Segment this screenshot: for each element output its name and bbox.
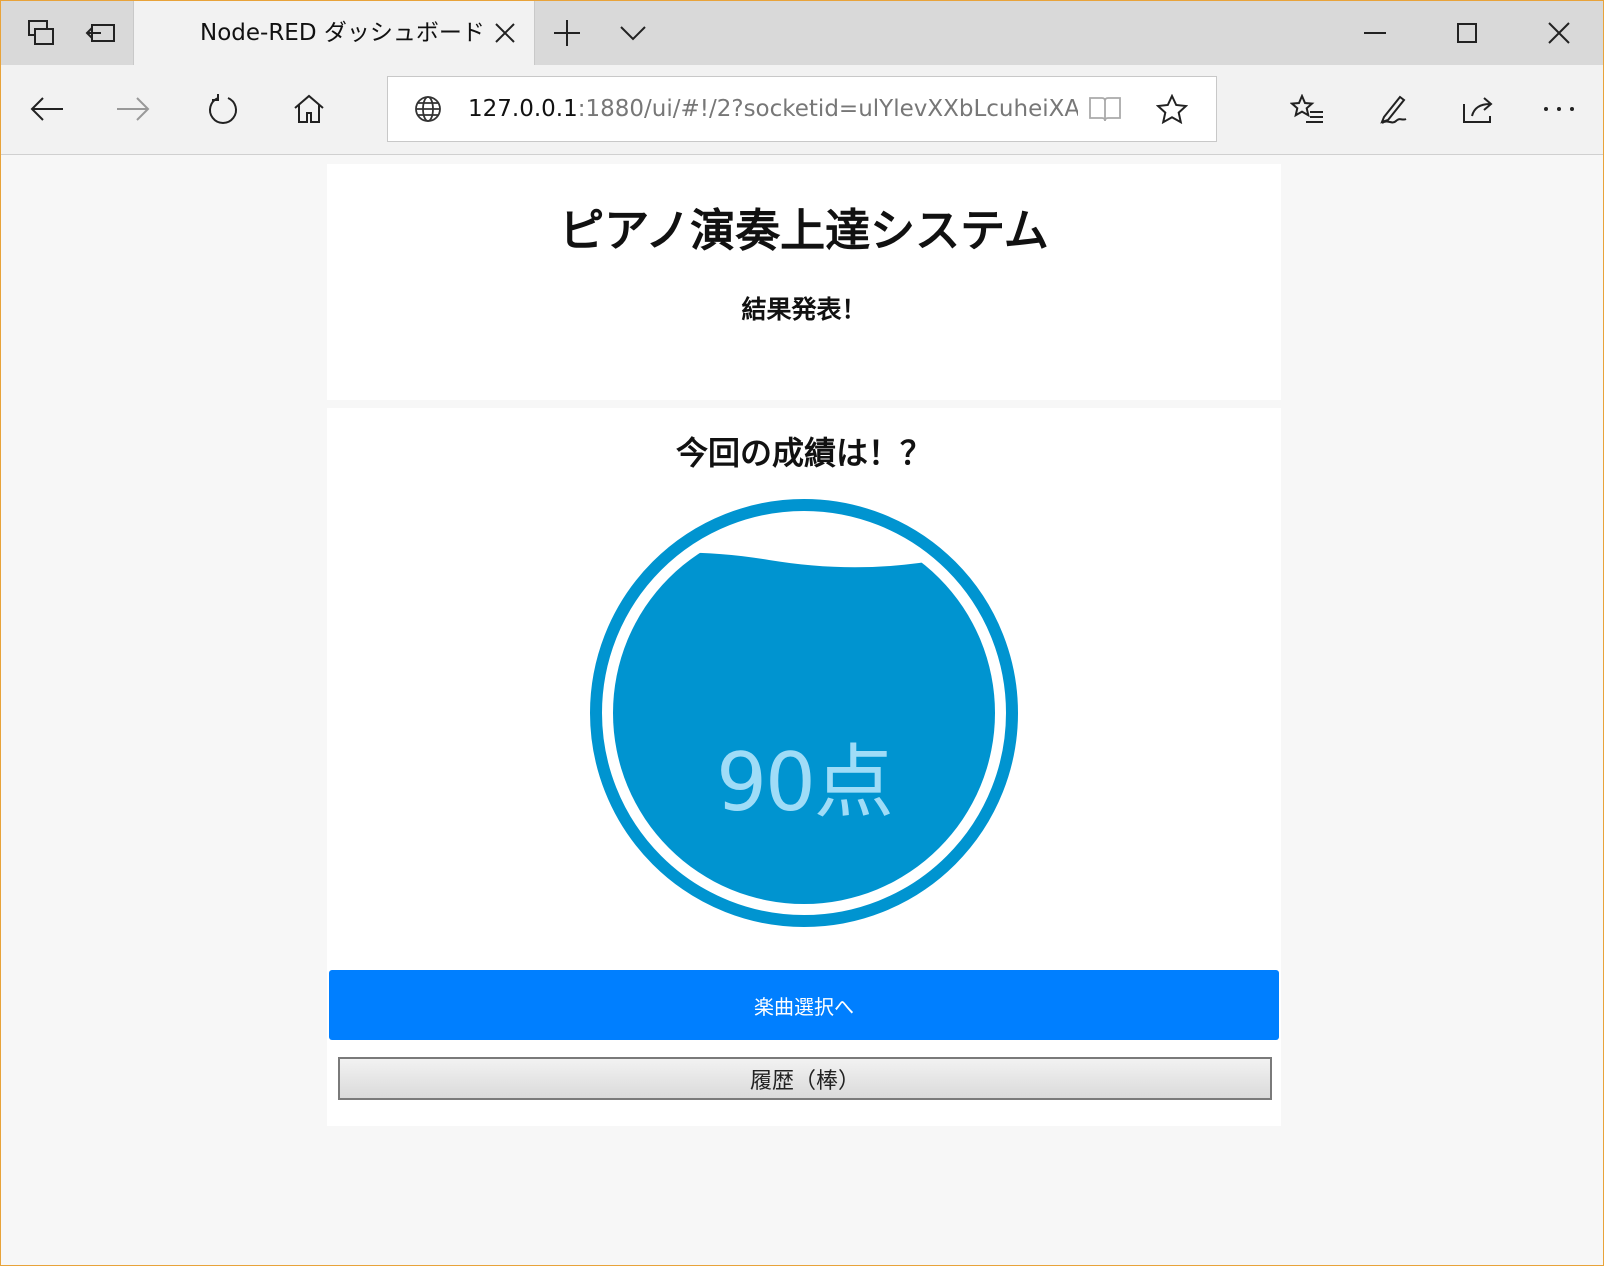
close-window-icon[interactable] bbox=[1513, 1, 1603, 65]
favorites-hub-icon[interactable] bbox=[1279, 81, 1335, 137]
tab-title: Node-RED ダッシュボード bbox=[200, 20, 485, 46]
address-bar[interactable]: 127.0.0.1:1880/ui/#!/2?socketid=ulYlevXX… bbox=[387, 76, 1217, 142]
close-tab-icon[interactable] bbox=[490, 18, 520, 48]
share-icon[interactable] bbox=[1451, 81, 1507, 137]
more-menu-icon[interactable] bbox=[1531, 81, 1587, 137]
liquid-fill-gauge bbox=[590, 499, 1018, 927]
select-song-button[interactable]: 楽曲選択へ bbox=[329, 970, 1279, 1040]
tab-active[interactable]: Node-RED ダッシュボード bbox=[133, 1, 535, 65]
url-host: 127.0.0.1 bbox=[468, 96, 578, 122]
favorite-star-icon[interactable] bbox=[1155, 93, 1189, 128]
forward-icon[interactable] bbox=[105, 81, 161, 137]
pen-notes-icon[interactable] bbox=[1365, 81, 1421, 137]
set-aside-tabs-icon[interactable] bbox=[61, 1, 141, 65]
gauge-title: 今回の成績は！？ bbox=[675, 434, 932, 472]
url-text: 127.0.0.1:1880/ui/#!/2?socketid=ulYlevXX… bbox=[468, 77, 1078, 141]
score-gauge: 90点 bbox=[589, 498, 1019, 928]
navigation-bar: 127.0.0.1:1880/ui/#!/2?socketid=ulYlevXX… bbox=[1, 65, 1603, 155]
reading-view-icon[interactable] bbox=[1088, 95, 1122, 127]
minimize-icon[interactable] bbox=[1329, 1, 1421, 65]
result-subtitle: 結果発表！ bbox=[741, 295, 867, 324]
browser-window: Node-RED ダッシュボード 127.0.0.1:1880/ui/#!/2?… bbox=[0, 0, 1604, 1266]
history-bar-button[interactable]: 履歴（棒） bbox=[338, 1057, 1272, 1100]
back-icon[interactable] bbox=[19, 81, 75, 137]
page-title: ピアノ演奏上達システム bbox=[559, 204, 1049, 257]
chevron-down-icon[interactable] bbox=[603, 1, 663, 65]
score-value: 90点 bbox=[716, 736, 894, 829]
home-icon[interactable] bbox=[281, 81, 337, 137]
maximize-icon[interactable] bbox=[1421, 1, 1513, 65]
url-path: :1880/ui/#!/2?socketid=ulYlevXXbLcuheiXA… bbox=[577, 96, 1078, 122]
new-tab-icon[interactable] bbox=[537, 1, 597, 65]
globe-icon bbox=[414, 95, 442, 127]
tab-bar: Node-RED ダッシュボード bbox=[1, 1, 1603, 65]
refresh-icon[interactable] bbox=[195, 81, 251, 137]
header-card: ピアノ演奏上達システム 結果発表！ bbox=[327, 164, 1281, 400]
